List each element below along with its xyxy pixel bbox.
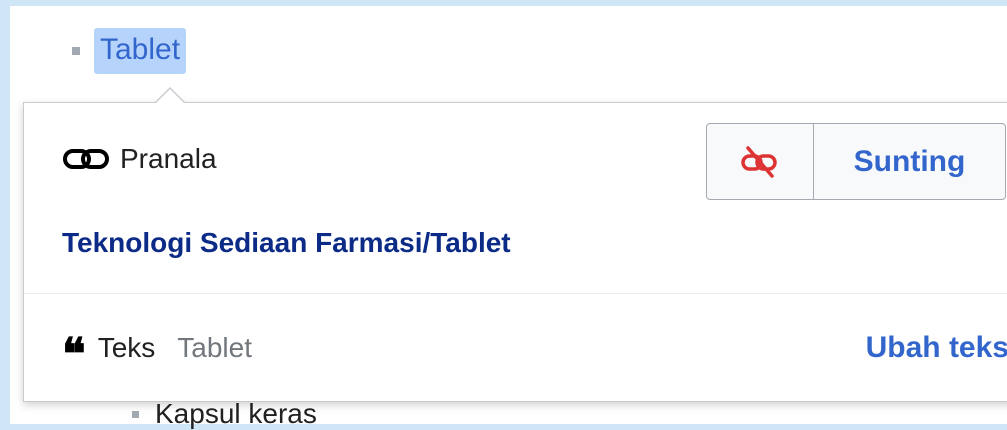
text-section: ❝ Teks Tablet bbox=[62, 329, 252, 380]
quote-icon: ❝ bbox=[62, 329, 86, 380]
unlink-icon bbox=[741, 145, 777, 178]
target-page-link[interactable]: Teknologi Sediaan Farmasi/Tablet bbox=[62, 227, 511, 259]
page-content: Tablet Pranala Sunting Teknologi Sediaan… bbox=[10, 6, 1007, 429]
text-label: Teks bbox=[97, 332, 156, 363]
list-item: Kapsul keras bbox=[132, 398, 317, 430]
link-label: Pranala bbox=[120, 143, 217, 174]
link-inspector-popup: Pranala Sunting Teknologi Sediaan Farmas… bbox=[23, 87, 1007, 402]
divider bbox=[24, 293, 1007, 294]
bullet bbox=[72, 47, 80, 55]
list-item: Tablet bbox=[72, 28, 187, 74]
link-actions: Sunting bbox=[706, 123, 1006, 200]
list-item-label[interactable]: Kapsul keras bbox=[155, 398, 317, 430]
link-section-header: Pranala bbox=[62, 143, 217, 175]
link-icon bbox=[63, 149, 109, 169]
edit-button[interactable]: Sunting bbox=[814, 124, 1005, 199]
bullet bbox=[132, 410, 139, 418]
unlink-button[interactable] bbox=[707, 124, 814, 199]
text-value: Tablet bbox=[177, 332, 252, 363]
selected-link[interactable]: Tablet bbox=[94, 28, 187, 74]
change-text-button[interactable]: Ubah teks bbox=[866, 331, 1007, 365]
